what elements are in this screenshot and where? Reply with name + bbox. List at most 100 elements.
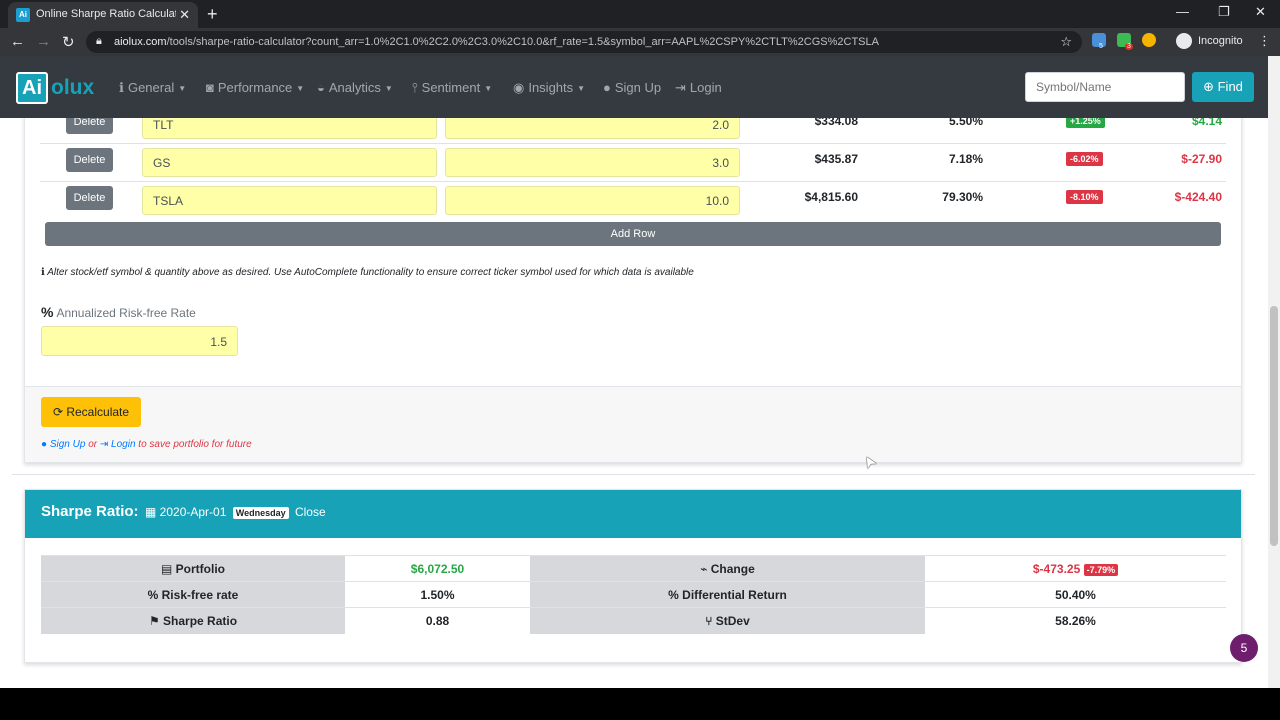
- nav-general[interactable]: ℹ General ▼: [119, 80, 186, 96]
- stat-label: ⌁ Change: [530, 556, 925, 582]
- extension-icon[interactable]: [1142, 33, 1156, 47]
- stat-label: % Differential Return: [530, 582, 925, 608]
- url-domain: aiolux.com: [114, 36, 167, 48]
- reload-icon[interactable]: ↻: [62, 33, 75, 51]
- stat-value: $6,072.50: [410, 562, 465, 576]
- file-icon: ▤: [161, 562, 176, 576]
- position-change: $-27.90: [1181, 152, 1222, 166]
- nav-sentiment[interactable]: ⫯ Sentiment ▼: [412, 80, 492, 96]
- help-note: ℹ Alter stock/etf symbol & quantity abov…: [41, 267, 694, 278]
- sign-in-icon: ⇥: [675, 80, 686, 95]
- minimize-icon[interactable]: —: [1176, 4, 1189, 19]
- back-icon[interactable]: ←: [10, 33, 25, 50]
- card-footer: ⟳ Recalculate ● Sign Up or ⇥ Login to sa…: [25, 386, 1241, 462]
- save-portfolio-note: ● Sign Up or ⇥ Login to save portfolio f…: [41, 439, 252, 450]
- caret-down-icon: ▼: [178, 84, 187, 94]
- delete-button[interactable]: Delete: [66, 148, 113, 172]
- close-window-icon[interactable]: ✕: [1255, 4, 1266, 20]
- stat-label: ⚑ Sharpe Ratio: [41, 608, 345, 634]
- delete-button[interactable]: Delete: [66, 118, 113, 134]
- site-navbar: Ai olux ℹ General ▼ ◙ Performance ▼ ◒ Analytic…: [0, 56, 1268, 118]
- symbol-search-input[interactable]: [1025, 72, 1185, 102]
- nav-performance[interactable]: ◙ Performance ▼: [206, 80, 304, 95]
- caret-down-icon: ▼: [484, 84, 493, 94]
- stat-value: 0.88: [425, 614, 450, 628]
- bookmark-star-icon[interactable]: ☆: [1060, 34, 1072, 50]
- lock-icon: 🔒︎: [96, 35, 102, 47]
- tab-title: Online Sharpe Ratio Calculator -: [36, 8, 176, 20]
- quantity-input[interactable]: 3.0: [445, 148, 740, 177]
- sharpe-date: ▦ 2020-Apr-01 Wednesday Close: [145, 505, 326, 519]
- bottom-letterbox: [0, 688, 1280, 720]
- symbol-input[interactable]: TSLA: [142, 186, 437, 215]
- quantity-input[interactable]: 2.0: [445, 118, 740, 139]
- change-pct-badge: -8.10%: [1066, 190, 1103, 204]
- position-value: $435.87: [814, 152, 858, 166]
- eye-icon: ◉: [513, 80, 525, 95]
- site-logo[interactable]: Ai olux: [16, 72, 94, 104]
- flag-checkered-icon: ⚑: [148, 614, 164, 628]
- heartbeat-icon: ⌁: [700, 562, 711, 576]
- sharpe-ratio-card: Sharpe Ratio: ▦ 2020-Apr-01 Wednesday Cl…: [24, 489, 1242, 663]
- symbol-input[interactable]: GS: [142, 148, 437, 177]
- change-pct-badge: -7.79%: [1083, 564, 1119, 576]
- divider: [12, 474, 1255, 475]
- stat-value: 50.40%: [1055, 588, 1096, 602]
- page-content: Delete TLT 2.0 $334.08 5.50% +1.25% $4.1…: [0, 118, 1268, 688]
- new-tab-button[interactable]: +: [207, 4, 218, 25]
- stats-row: % Risk-free rate 1.50% % Differential Re…: [41, 581, 1226, 608]
- position-weight: 7.18%: [948, 152, 983, 166]
- page-scrollbar[interactable]: [1268, 56, 1280, 688]
- browser-tab[interactable]: Ai Online Sharpe Ratio Calculator - ✕: [8, 2, 198, 28]
- percent-icon: %: [147, 588, 162, 602]
- add-row-button[interactable]: Add Row: [45, 222, 1221, 246]
- symbol-input[interactable]: TLT: [142, 118, 437, 139]
- risk-free-label: % Annualized Risk-free Rate: [41, 304, 196, 320]
- info-circle-icon: ℹ: [119, 80, 124, 95]
- url-input[interactable]: 🔒︎ aiolux.com/tools/sharpe-ratio-calcula…: [86, 31, 1082, 53]
- sign-in-icon: ⇥: [99, 439, 112, 450]
- login-link[interactable]: ⇥ Login: [100, 439, 136, 450]
- stat-label: % Risk-free rate: [41, 582, 345, 608]
- stat-label: ⑂ StDev: [530, 608, 925, 634]
- caret-down-icon: ▼: [577, 84, 586, 94]
- logo-mark: Ai: [16, 72, 48, 104]
- stats-row: ⚑ Sharpe Ratio 0.88 ⑂ StDev 58.26%: [41, 607, 1226, 634]
- nav-sign-up[interactable]: ● Sign Up: [603, 80, 661, 95]
- stat-value: 58.26%: [1055, 614, 1096, 628]
- calendar-icon: ▦: [145, 505, 160, 519]
- camera-icon: ◙: [206, 80, 214, 95]
- url-path: /tools/sharpe-ratio-calculator?count_arr…: [166, 36, 879, 48]
- user-icon: ●: [41, 439, 50, 450]
- find-button[interactable]: ⊕ Find: [1192, 72, 1254, 102]
- table-row: Delete TSLA 10.0 $4,815.60 79.30% -8.10%…: [40, 181, 1226, 219]
- percent-icon: %: [41, 304, 54, 320]
- change-pct-badge: -6.02%: [1066, 152, 1103, 166]
- nav-insights[interactable]: ◉ Insights ▼: [513, 80, 585, 96]
- quantity-input[interactable]: 10.0: [445, 186, 740, 215]
- incognito-indicator[interactable]: Incognito: [1176, 33, 1243, 49]
- refresh-icon: ⟳: [52, 405, 67, 419]
- incognito-icon: [1176, 33, 1192, 49]
- weekday-badge: Wednesday: [232, 506, 289, 519]
- nav-analytics[interactable]: ◒ Analytics ▼: [317, 80, 393, 95]
- delete-button[interactable]: Delete: [66, 186, 113, 210]
- extension-badge: 3: [1125, 43, 1133, 50]
- position-weight: 79.30%: [942, 190, 983, 204]
- sign-up-link[interactable]: ● Sign Up: [41, 439, 85, 450]
- position-weight: 5.50%: [948, 118, 983, 128]
- percentage-icon: %: [668, 588, 683, 602]
- scrollbar-thumb[interactable]: [1270, 306, 1278, 546]
- table-row: Delete GS 3.0 $435.87 7.18% -6.02% $-27.…: [40, 143, 1226, 181]
- close-tab-icon[interactable]: ✕: [179, 7, 190, 23]
- forward-icon[interactable]: →: [36, 33, 51, 50]
- recalculate-button[interactable]: ⟳ Recalculate: [41, 397, 141, 427]
- change-pct-badge: +1.25%: [1066, 118, 1105, 128]
- menu-icon[interactable]: ⋮: [1258, 33, 1271, 49]
- chat-widget-button[interactable]: 5: [1230, 634, 1258, 662]
- risk-free-input[interactable]: 1.5: [41, 326, 238, 356]
- nav-login[interactable]: ⇥ Login: [675, 80, 722, 96]
- thermometer-icon: ⫯: [412, 80, 418, 95]
- stat-label: ▤ Portfolio: [41, 556, 345, 582]
- restore-icon[interactable]: ❐: [1218, 4, 1230, 20]
